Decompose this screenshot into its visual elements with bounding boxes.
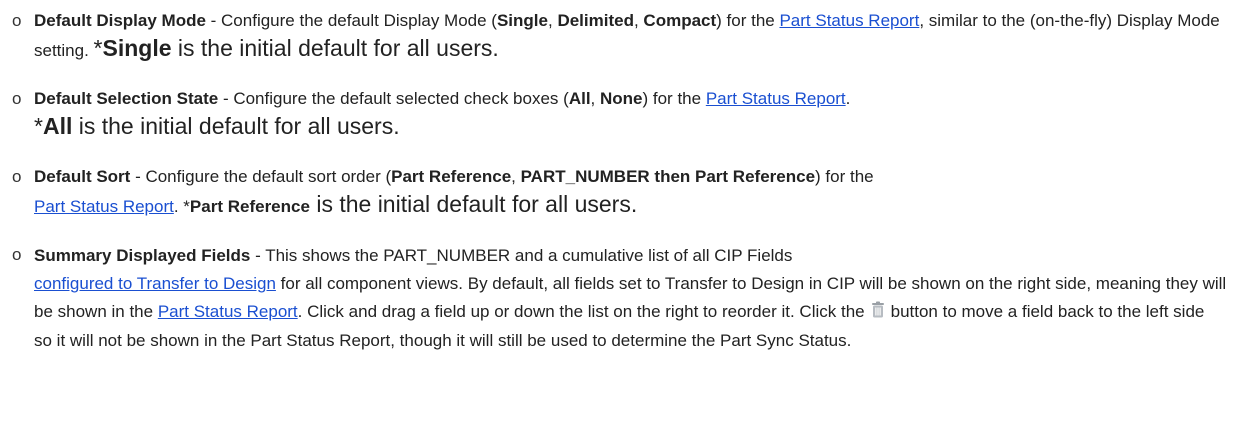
document-body: o Default Display Mode - Configure the d… [0,0,1227,355]
option-part-number-then-part-reference: PART_NUMBER then Part Reference [520,167,816,186]
bullet: o [12,89,22,108]
bullet: o [12,11,22,30]
item-content: Default Sort - Configure the default sor… [34,167,874,217]
part-status-report-link[interactable]: Part Status Report [706,89,846,108]
item-content: Default Display Mode - Configure the def… [34,11,1220,61]
item-title: Default Display Mode [34,11,206,30]
option-all: All [568,89,591,108]
list-item-default-selection-state: o Default Selection State - Configure th… [12,86,1227,142]
item-title: Default Sort [34,167,131,186]
list-item-summary-displayed-fields: o Summary Displayed Fields - This shows … [12,242,1227,355]
option-delimited: Delimited [557,11,634,30]
item-content: Default Selection State - Configure the … [34,89,851,139]
bullet: o [12,167,22,186]
list-item-default-sort: o Default Sort - Configure the default s… [12,164,1227,220]
trash-icon [871,299,885,327]
option-part-reference: Part Reference [391,167,512,186]
default-note: *All is the initial default for all user… [34,113,400,139]
option-none: None [600,89,643,108]
part-status-report-link[interactable]: Part Status Report [779,11,919,30]
option-compact: Compact [643,11,717,30]
default-note: *Part Reference is the initial default f… [183,191,638,217]
part-status-report-link[interactable]: Part Status Report [158,302,298,321]
list-item-default-display-mode: o Default Display Mode - Configure the d… [12,8,1227,64]
option-single: Single [496,11,548,30]
bullet: o [12,245,22,264]
configured-to-transfer-to-design-link[interactable]: configured to Transfer to Design [34,274,276,293]
item-title: Default Selection State [34,89,219,108]
item-content: Summary Displayed Fields - This shows th… [34,246,1227,350]
default-note: *Single is the initial default for all u… [93,35,499,61]
part-status-report-link[interactable]: Part Status Report [34,197,174,216]
item-title: Summary Displayed Fields [34,246,251,265]
